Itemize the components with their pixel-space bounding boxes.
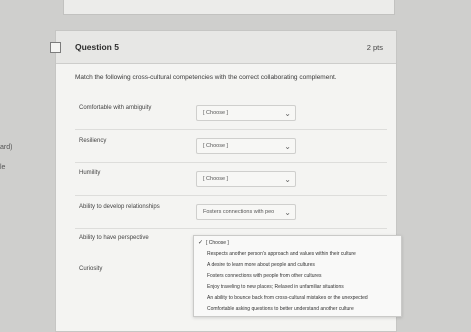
previous-question-card (63, 0, 395, 15)
chevron-down-icon: ⌄ (284, 208, 291, 217)
match-label: Ability to develop relationships (79, 204, 160, 210)
row-divider (75, 228, 387, 229)
select-value: [ Choose ] (203, 143, 229, 149)
match-row-ambiguity: Comfortable with ambiguity [ Choose ] ⌄ (75, 98, 387, 130)
answer-dropdown-list[interactable]: ✓[ Choose ] Respects another person's ap… (193, 235, 402, 317)
flag-question-icon[interactable] (50, 42, 61, 53)
dropdown-option[interactable]: An ability to bounce back from cross-cul… (207, 295, 368, 301)
dropdown-option[interactable]: Enjoy traveling to new places; Relaxed i… (207, 284, 344, 290)
left-edge-text-2: le (0, 164, 6, 171)
dropdown-option[interactable]: Fosters connections with people from oth… (207, 273, 322, 279)
match-row-relationships: Ability to develop relationships Fosters… (75, 197, 387, 229)
match-select[interactable]: [ Choose ] ⌄ (196, 171, 296, 187)
chevron-down-icon: ⌄ (284, 142, 291, 151)
chevron-down-icon: ⌄ (284, 175, 291, 184)
match-label: Ability to have perspective (79, 235, 149, 241)
dropdown-option[interactable]: ✓[ Choose ] (198, 239, 229, 246)
check-icon: ✓ (198, 240, 204, 246)
chevron-down-icon: ⌄ (284, 109, 291, 118)
question-header: Question 5 2 pts (50, 31, 396, 64)
question-title: Question 5 (75, 42, 119, 52)
dropdown-option[interactable]: Comfortable asking questions to better u… (207, 306, 354, 312)
row-divider (75, 162, 387, 163)
left-edge-text-1: ard) (0, 144, 13, 151)
row-divider (75, 195, 387, 196)
match-row-resiliency: Resiliency [ Choose ] ⌄ (75, 131, 387, 163)
match-select[interactable]: [ Choose ] ⌄ (196, 138, 296, 154)
match-label: Humility (79, 170, 101, 176)
dropdown-option[interactable]: Respects another person's approach and v… (207, 251, 356, 257)
match-select[interactable]: Fosters connections with peo ⌄ (196, 204, 296, 220)
match-label: Curiosity (79, 266, 103, 272)
dropdown-option[interactable]: A desire to learn more about people and … (207, 262, 315, 268)
select-value: [ Choose ] (203, 176, 229, 182)
match-row-humility: Humility [ Choose ] ⌄ (75, 164, 387, 196)
row-divider (75, 129, 387, 130)
select-value: [ Choose ] (203, 110, 229, 116)
match-label: Resiliency (79, 138, 107, 144)
match-label: Comfortable with ambiguity (79, 105, 152, 111)
select-value: Fosters connections with peo (203, 209, 275, 215)
question-points: 2 pts (366, 43, 383, 52)
question-instructions: Match the following cross-cultural compe… (75, 74, 337, 81)
match-select[interactable]: [ Choose ] ⌄ (196, 105, 296, 121)
